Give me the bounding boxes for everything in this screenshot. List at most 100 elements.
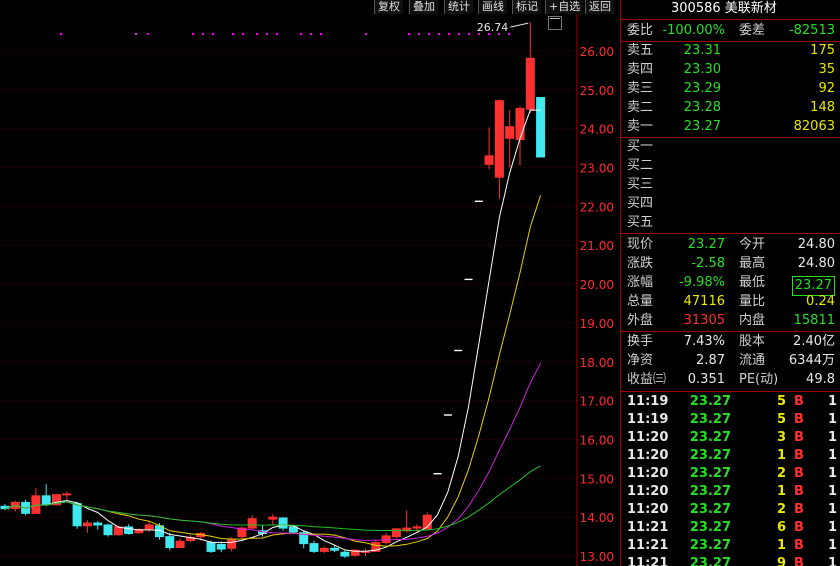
- candle-body: [62, 493, 72, 496]
- ask-label: 卖一: [627, 119, 654, 134]
- weibi-value: -100.00%: [662, 23, 725, 38]
- tick-volume: 6: [776, 520, 786, 535]
- tick-side: B: [794, 466, 804, 481]
- high-price-pointer: [510, 22, 529, 28]
- stat-label: 涨跌: [627, 256, 654, 271]
- back-button[interactable]: 返回: [585, 0, 614, 14]
- tick-side: B: [794, 556, 804, 566]
- y-tick-label: 25.00: [580, 84, 614, 98]
- candle-body: [165, 536, 175, 549]
- candle-body: [381, 535, 391, 543]
- bid-row: 买一: [621, 138, 840, 156]
- tick-time: 11:20: [627, 466, 669, 481]
- event-marker: [266, 33, 268, 35]
- candle-body: [309, 543, 319, 552]
- tick-row: 11:19 23.27 5 B 1: [621, 411, 840, 429]
- event-marker: [428, 33, 430, 35]
- tick-row: 11:20 23.27 1 B 1: [621, 483, 840, 501]
- y-tick-label: 24.00: [580, 123, 614, 137]
- stat-value: 23.27: [687, 237, 725, 252]
- candle-body: [536, 97, 546, 158]
- y-tick-label: 13.00: [580, 550, 614, 564]
- stat-label: 涨幅: [627, 275, 654, 290]
- overlay-button[interactable]: 叠加: [409, 0, 438, 14]
- event-marker: [202, 33, 204, 35]
- draw-line-button[interactable]: 画线: [478, 0, 507, 14]
- ask-volume: 82063: [793, 119, 835, 134]
- candle-body: [505, 126, 515, 139]
- fundamental-label: 流通: [739, 353, 766, 368]
- event-marker: [60, 33, 62, 35]
- statistics-button[interactable]: 统计: [444, 0, 473, 14]
- bid-label: 买一: [627, 139, 654, 154]
- tick-price: 23.27: [689, 556, 731, 566]
- ask-label: 卖二: [627, 100, 654, 115]
- stat-label: 今开: [739, 237, 766, 252]
- stat-value: 31305: [683, 313, 725, 328]
- stat-value: 15811: [793, 313, 835, 328]
- fundamental-value: 6344万: [788, 353, 835, 368]
- fundamental-row: 换手 7.43% 股本 2.40亿: [621, 333, 840, 351]
- candle-body: [247, 518, 257, 529]
- y-tick-label: 16.00: [580, 433, 614, 447]
- tick-price: 23.27: [689, 412, 731, 427]
- ask-row: 卖五 23.31 175: [621, 42, 840, 60]
- y-tick-label: 22.00: [580, 200, 614, 214]
- y-tick-label: 21.00: [580, 239, 614, 253]
- tick-row: 11:19 23.27 5 B 1: [621, 393, 840, 411]
- tick-price: 23.27: [689, 502, 731, 517]
- tick-volume: 3: [776, 430, 786, 445]
- y-tick-label: 20.00: [580, 278, 614, 292]
- y-tick-label: 18.00: [580, 356, 614, 370]
- ask-price: 23.29: [683, 81, 721, 96]
- tick-count: 1: [827, 394, 837, 409]
- ask-row: 卖四 23.30 35: [621, 61, 840, 79]
- chart-canvas: 26.00 25.00 24.00 23.00 22.00 21.00 20.00 19.00…: [0, 14, 614, 566]
- stat-label: 内盘: [739, 313, 766, 328]
- weibi-label: 委比: [627, 23, 654, 38]
- bid-label: 买五: [627, 215, 654, 230]
- diamond-icon[interactable]: ◇: [530, 2, 550, 13]
- candle-body: [412, 526, 422, 529]
- tick-time: 11:21: [627, 520, 669, 535]
- fundamental-row: 收益㈢ 0.351 PE(动) 49.8: [621, 371, 840, 389]
- tick-row: 11:20 23.27 1 B 1: [621, 447, 840, 465]
- tick-time: 11:20: [627, 448, 669, 463]
- stat-label: 现价: [627, 237, 654, 252]
- quote-panel: 300586 美联新材 委比 -100.00% 委差 -82513 卖五 23.3…: [620, 0, 840, 566]
- high-price-label: 26.74: [477, 21, 509, 34]
- bid-row: 买三: [621, 176, 840, 194]
- tick-time: 11:19: [627, 394, 669, 409]
- add-watchlist-button[interactable]: +自选: [545, 0, 584, 14]
- tick-side: B: [794, 394, 804, 409]
- ask-volume: 148: [810, 100, 835, 115]
- event-marker: [256, 33, 258, 35]
- fundamental-value: 49.8: [806, 372, 835, 387]
- fundamental-label: 收益㈢: [627, 372, 667, 387]
- ask-volume: 175: [810, 43, 835, 58]
- ask-price: 23.28: [683, 100, 721, 115]
- event-marker: [135, 33, 137, 35]
- stat-label: 最高: [739, 256, 766, 271]
- ask-price: 23.31: [683, 43, 721, 58]
- stat-value: -2.58: [691, 256, 725, 271]
- candlestick-chart[interactable]: 26.00 25.00 24.00 23.00 22.00 21.00 20.00 19.00…: [0, 14, 620, 566]
- tick-count: 1: [827, 520, 837, 535]
- restore-rights-button[interactable]: 复权: [374, 0, 403, 14]
- tick-count: 1: [827, 466, 837, 481]
- event-marker: [192, 33, 194, 35]
- weicha-value: -82513: [788, 23, 835, 38]
- y-tick-label: 15.00: [580, 472, 614, 486]
- tick-side: B: [794, 520, 804, 535]
- ask-volume: 92: [818, 81, 835, 96]
- event-marker: [300, 33, 302, 35]
- fundamental-value: 0.351: [687, 372, 725, 387]
- tick-volume: 1: [776, 484, 786, 499]
- candle-body: [515, 107, 525, 141]
- ask-label: 卖四: [627, 62, 654, 77]
- candle-body: [484, 155, 494, 165]
- event-marker: [458, 33, 460, 35]
- tick-count: 1: [827, 538, 837, 553]
- event-marker: [212, 33, 214, 35]
- tick-row: 11:21 23.27 1 B 1: [621, 537, 840, 555]
